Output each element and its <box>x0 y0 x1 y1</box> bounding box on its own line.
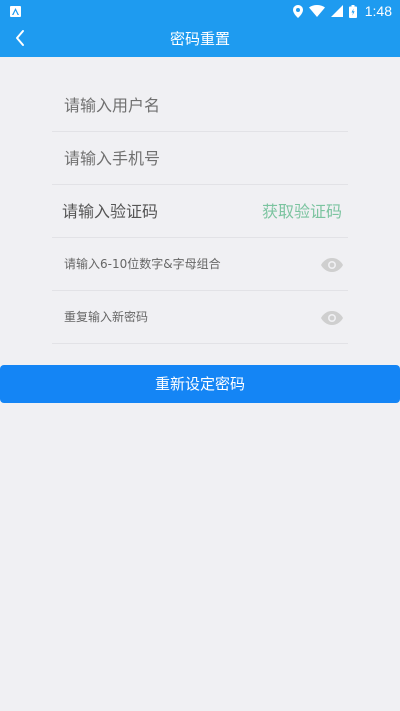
status-time: 1:48 <box>364 3 392 19</box>
password-field-row <box>52 238 348 291</box>
confirm-password-field-row <box>52 291 348 344</box>
app-bar: 密码重置 <box>0 22 400 57</box>
get-code-button[interactable]: 获取验证码 <box>262 185 342 238</box>
phone-input[interactable] <box>52 132 348 184</box>
signal-icon <box>330 5 343 17</box>
status-left <box>10 5 21 17</box>
battery-icon <box>348 4 357 18</box>
username-input[interactable] <box>52 79 348 131</box>
confirm-password-input[interactable] <box>52 291 348 343</box>
username-field-row <box>52 79 348 132</box>
status-bar: 1:48 <box>0 0 400 22</box>
eye-icon[interactable] <box>320 256 344 274</box>
phone-field-row <box>52 132 348 185</box>
location-icon <box>292 4 303 18</box>
wifi-icon <box>308 5 325 17</box>
app-notification-icon <box>10 5 21 17</box>
status-right: 1:48 <box>292 3 392 19</box>
code-field-row: 获取验证码 <box>52 185 348 238</box>
page-title: 密码重置 <box>169 30 230 48</box>
eye-icon[interactable] <box>320 309 344 327</box>
reset-password-button[interactable]: 重新设定密码 <box>0 365 400 403</box>
new-password-input[interactable] <box>52 238 348 290</box>
